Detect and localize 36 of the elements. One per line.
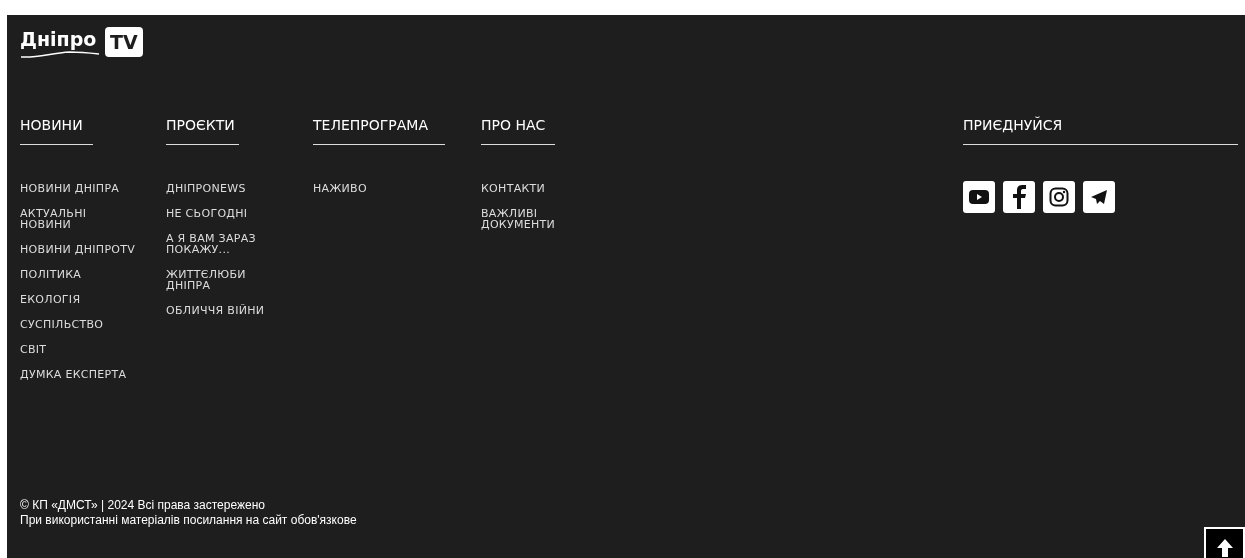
- menu-link[interactable]: СУСПІЛЬСТВО: [20, 319, 140, 330]
- up-arrow-icon: [1215, 537, 1234, 558]
- menu-link[interactable]: ДНІПРОNEWS: [166, 183, 286, 194]
- menu-link[interactable]: ЕКОЛОГІЯ: [20, 294, 140, 305]
- social-link[interactable]: [1003, 181, 1035, 213]
- menu-heading: ПРОЄКТИ: [166, 116, 235, 135]
- scroll-top-button[interactable]: [1204, 527, 1245, 558]
- menu-link[interactable]: ВАЖЛИВІ ДОКУМЕНТИ: [481, 208, 601, 230]
- paper-plane-icon: [1091, 190, 1107, 204]
- menu-link[interactable]: НОВИНИ ДНІПРОTV: [20, 244, 140, 255]
- logo-badge: TV: [105, 27, 143, 57]
- menu-heading: ПРО НАС: [481, 116, 546, 135]
- facebook-icon: [1012, 185, 1026, 209]
- wave-icon: [20, 51, 100, 59]
- menu-link[interactable]: АКТУАЛЬНІ НОВИНИ: [20, 208, 140, 230]
- menu-link[interactable]: А Я ВАМ ЗАРАЗ ПОКАЖУ...: [166, 233, 286, 255]
- camera-icon: [1049, 187, 1069, 207]
- logo-text: Дніпро: [20, 27, 98, 51]
- menu-link[interactable]: СВІТ: [20, 344, 140, 355]
- social-link[interactable]: [963, 181, 995, 213]
- copyright-text: При використанні матеріалів посилання на сайт обов'язкове: [20, 513, 358, 528]
- menu-link[interactable]: НЕ СЬОГОДНІ: [166, 208, 286, 219]
- menu-heading: ТЕЛЕПРОГРАМА: [313, 116, 428, 135]
- menu-link[interactable]: ЖИТТЄЛЮБИ ДНІПРА: [166, 269, 286, 291]
- social-link[interactable]: [1083, 181, 1115, 213]
- menu-link[interactable]: ДУМКА ЕКСПЕРТА: [20, 369, 140, 380]
- copyright-text: © КП «ДМСТ» | 2024 Всі права застережено: [20, 498, 266, 513]
- menu-link[interactable]: НОВИНИ ДНІПРА: [20, 183, 140, 194]
- menu-link[interactable]: ОБЛИЧЧЯ ВІЙНИ: [166, 305, 286, 316]
- menu-link[interactable]: ПОЛІТИКА: [20, 269, 140, 280]
- menu-link[interactable]: КОНТАКТИ: [481, 183, 601, 194]
- menu-heading: ПРИЄДНУЙСЯ: [963, 115, 1063, 135]
- menu-link[interactable]: НАЖИВО: [313, 183, 433, 194]
- social-link[interactable]: [1043, 181, 1075, 213]
- menu-heading: НОВИНИ: [20, 116, 83, 135]
- video-play-icon: [969, 190, 989, 204]
